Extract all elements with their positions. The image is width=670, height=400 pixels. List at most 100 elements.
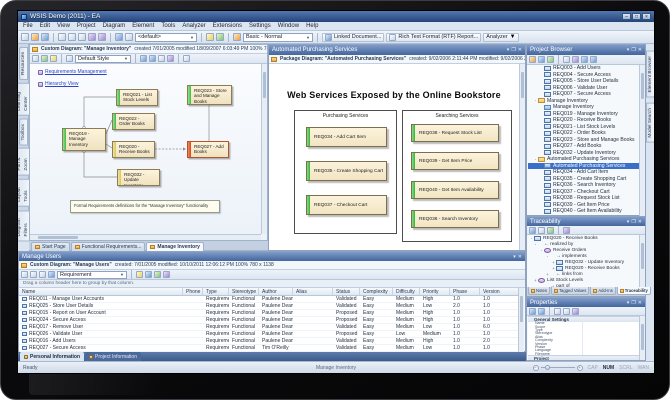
requirement-element[interactable]: REQ032 - Update Inventory	[117, 169, 160, 186]
cut-icon[interactable]	[58, 33, 66, 41]
workspace-tab[interactable]: Personal Information	[20, 352, 85, 361]
property-value[interactable]	[582, 352, 641, 356]
style-combo[interactable]: Default Style ▼	[75, 54, 131, 63]
diagram-horizontal-scrollbar[interactable]	[30, 234, 261, 240]
close-icon[interactable]: ✕	[518, 254, 522, 260]
zoom-thumb[interactable]	[544, 365, 550, 370]
dock-tab[interactable]: Tagged Values	[550, 287, 590, 295]
filter-icon[interactable]	[538, 226, 545, 234]
find-in-browser-icon[interactable]	[563, 56, 570, 63]
menu-item[interactable]: Diagram	[103, 23, 126, 29]
table-row[interactable]: REQ026 - Validate User Requirement Funct…	[19, 331, 519, 338]
dock-side-tab[interactable]: Model Search	[645, 102, 654, 143]
appearance-icon[interactable]	[167, 55, 174, 62]
menu-item[interactable]: Settings	[249, 23, 271, 29]
align-center-icon[interactable]	[149, 55, 156, 62]
new-row-icon[interactable]	[21, 271, 28, 278]
column-header[interactable]: Complexity	[360, 288, 393, 296]
categorized-icon[interactable]	[529, 307, 536, 315]
trace-scrollbar[interactable]	[639, 235, 645, 289]
fill-color-icon[interactable]	[50, 55, 57, 62]
column-header[interactable]: Difficulty	[393, 288, 420, 296]
diagram-vertical-scrollbar[interactable]	[519, 64, 525, 250]
search-icon[interactable]	[115, 33, 123, 41]
requirement-element[interactable]: REQ027 - Add Books	[187, 141, 229, 158]
browser-options-icon[interactable]	[572, 56, 579, 63]
close-icon[interactable]: ✕	[518, 47, 522, 53]
zoom-slider[interactable]: − +	[532, 364, 583, 371]
menu-item[interactable]: Element	[132, 23, 154, 29]
open-icon[interactable]	[31, 33, 39, 41]
refresh-list-icon[interactable]	[48, 271, 55, 278]
close-icon[interactable]: ✕	[638, 300, 642, 306]
table-row[interactable]: REQ011 - Manage User Accounts Requiremen…	[19, 296, 519, 303]
default-style-combo[interactable]: <default> ▼	[135, 32, 197, 42]
table-row[interactable]: REQ017 - Remove User Requirement Functio…	[19, 324, 519, 331]
alphabetical-sort-icon[interactable]	[538, 307, 545, 315]
requirements-management-link[interactable]: Requirements Management	[38, 69, 107, 75]
diagram-tab[interactable]: Start Page	[31, 242, 70, 251]
menu-item[interactable]: Tools	[161, 23, 175, 29]
line-color-icon[interactable]	[41, 55, 48, 62]
workspace-icon[interactable]	[233, 33, 241, 41]
dock-side-tab[interactable]: Element Browser	[645, 51, 654, 98]
visual-style-combo[interactable]: Basic - Normal ▼	[243, 32, 313, 42]
filter-list-icon[interactable]	[136, 271, 143, 278]
grid-icon[interactable]	[158, 55, 165, 62]
dock-tab[interactable]: Notes	[528, 287, 550, 295]
table-row[interactable]: REQ027 - Secure Access Requirement Funct…	[19, 345, 519, 352]
move-down-icon[interactable]	[590, 56, 597, 63]
property-options-icon[interactable]	[572, 307, 579, 315]
edit-row-icon[interactable]	[30, 271, 37, 278]
copy-icon[interactable]	[68, 33, 76, 41]
redo-icon[interactable]	[98, 33, 106, 41]
purchasing-services-boundary[interactable]: Purchasing Services REQ034 - Add Cart It…	[294, 110, 397, 234]
align-left-icon[interactable]	[140, 55, 147, 62]
new-file-icon[interactable]	[21, 33, 29, 41]
maximize-icon[interactable]: □	[632, 13, 641, 20]
tree-item[interactable]: Automated Purchasing Services	[528, 162, 640, 169]
float-icon[interactable]: ❐	[511, 47, 515, 53]
undo-icon[interactable]	[88, 33, 96, 41]
column-header[interactable]: Status	[333, 288, 360, 296]
purchasing-services-canvas[interactable]: Web Services Exposed by the Online Books…	[269, 64, 519, 250]
minimize-icon[interactable]: –	[622, 13, 631, 20]
rtf-report-button[interactable]: Rich Text Format (RTF) Report...	[386, 32, 482, 42]
float-icon[interactable]: ❐	[631, 47, 635, 53]
refresh-icon[interactable]	[529, 226, 536, 234]
print-icon[interactable]	[125, 33, 133, 41]
diagram-tab[interactable]: Functional Requirements...	[70, 242, 146, 251]
float-icon[interactable]: ❐	[631, 219, 635, 225]
diagram-note[interactable]: Formal Requirements definitions for the …	[70, 200, 220, 213]
requirement-element[interactable]: REQ035 - Create Shopping Cart	[306, 161, 387, 181]
column-header[interactable]: Name	[19, 288, 183, 296]
requirement-element[interactable]: REQ034 - Add Cart Item	[306, 127, 387, 147]
menu-item[interactable]: File	[23, 23, 33, 29]
undo-edit-icon[interactable]	[554, 307, 561, 315]
tree-item[interactable]: REQ023 - Store and Manage Books	[528, 137, 640, 144]
new-package-icon[interactable]	[529, 56, 536, 63]
close-icon[interactable]: ✕	[638, 219, 642, 225]
column-header[interactable]: Type	[203, 288, 229, 296]
properties-scrollbar[interactable]	[639, 316, 645, 360]
searching-services-boundary[interactable]: Searching Services REQ038 - Request Stoc…	[402, 110, 512, 242]
save-icon[interactable]	[41, 33, 49, 41]
pin-icon[interactable]: ▾	[627, 47, 630, 53]
column-header[interactable]: Author	[259, 288, 293, 296]
menu-item[interactable]: Help	[306, 23, 318, 29]
highlight-icon[interactable]	[206, 33, 214, 41]
browser-scrollbar[interactable]	[639, 65, 645, 216]
pin-icon[interactable]: ▾	[627, 300, 630, 306]
pin-icon[interactable]: ▾	[627, 219, 630, 225]
zoom-track[interactable]	[540, 365, 575, 370]
move-up-list-icon[interactable]	[154, 271, 161, 278]
requirement-element[interactable]: REQ019 - Manage Inventory	[62, 128, 106, 151]
table-row[interactable]: REQ016 - Add Users Requirement Functiona…	[19, 338, 519, 345]
column-header[interactable]: Alias	[293, 288, 333, 296]
dock-side-tab[interactable]: Toolbox	[18, 118, 28, 146]
requirement-element[interactable]: REQ023 - Store and Manage Books	[187, 85, 232, 105]
font-color-icon[interactable]	[32, 55, 39, 62]
expand-all-icon[interactable]	[547, 226, 554, 234]
table-row[interactable]: REQ024 - Secure Access Requirement Funct…	[19, 317, 519, 324]
validate-icon[interactable]	[216, 33, 224, 41]
